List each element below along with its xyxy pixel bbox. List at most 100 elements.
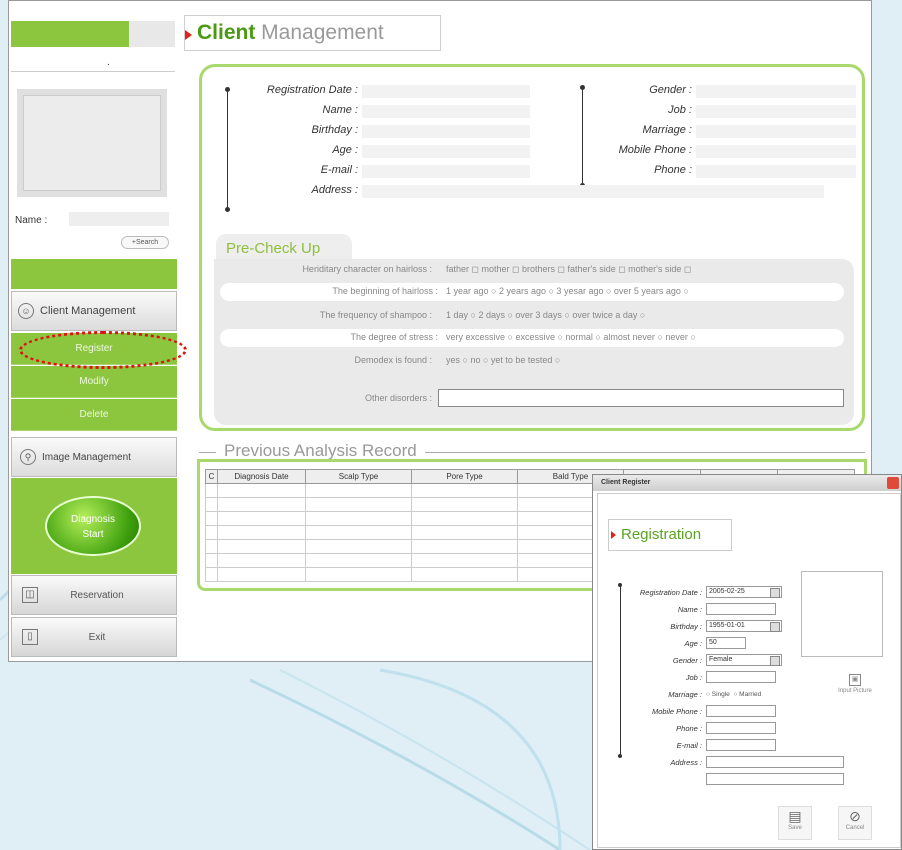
sidebar-logo-bar xyxy=(11,21,129,47)
dlg-label-mobile-phone: Mobile Phone : xyxy=(651,707,702,716)
precheck-row-beginning: The beginning of hairloss :1 year ago ○ … xyxy=(220,283,844,301)
address-input-2[interactable] xyxy=(706,773,844,785)
dlg-label-registration-date: Registration Date : xyxy=(639,588,702,597)
marriage-radios[interactable]: ○ Single ○ Married xyxy=(706,691,761,698)
label-email: E-mail : xyxy=(320,164,358,176)
col-diagnosis-date[interactable]: Diagnosis Date xyxy=(217,469,306,484)
precheck-answers[interactable]: 1 year ago ○ 2 years ago ○ 3 yesar ago ○… xyxy=(446,286,689,296)
dlg-label-gender: Gender : xyxy=(672,656,702,665)
diagnosis-start-button[interactable]: Diagnosis Start xyxy=(45,496,141,556)
diagnosis-label: Diagnosis xyxy=(71,514,115,525)
page-title-box: Client Management xyxy=(184,15,441,51)
page-title: Client Management xyxy=(197,21,384,44)
precheck-row-stress: The degree of stress : very excessive ○ e… xyxy=(220,329,844,347)
dlg-label-email: E-mail : xyxy=(676,741,702,750)
label-gender: Gender : xyxy=(649,84,692,96)
menu-exit-label: Exit xyxy=(88,631,106,643)
title-arrow-icon xyxy=(611,531,616,539)
registration-title-box: Registration xyxy=(608,519,732,551)
dialog-titlebar: Client Register xyxy=(593,475,901,491)
value-address xyxy=(362,185,824,198)
registration-title: Registration xyxy=(621,526,702,543)
other-disorders-input[interactable] xyxy=(438,389,844,407)
label-birthday: Birthday : xyxy=(311,124,358,136)
dialog-body: Registration Registration Date : Name : … xyxy=(597,493,901,848)
name-input[interactable] xyxy=(706,603,776,615)
save-button[interactable]: ▤ Save xyxy=(778,806,812,840)
submenu-modify[interactable]: Modify xyxy=(11,366,177,398)
name-label: Name : xyxy=(15,215,48,226)
sidebar-logo-bar-grey xyxy=(129,21,175,47)
dialog-photo xyxy=(801,571,883,657)
close-icon[interactable] xyxy=(887,477,899,489)
precheck-area: Heriditary character on hairloss : father… xyxy=(214,259,854,425)
start-label: Start xyxy=(82,529,104,540)
bracket-dot xyxy=(618,583,622,587)
menu-image-management[interactable]: ⚲ Image Management xyxy=(11,437,177,477)
sidebar-dot: . xyxy=(107,57,110,68)
precheck-answers[interactable]: yes ○ no ○ yet to be tested ○ xyxy=(446,355,560,365)
dlg-label-age: Age : xyxy=(684,639,702,648)
birthday-select[interactable]: 1955-01-01 xyxy=(706,620,782,632)
dlg-label-address: Address : xyxy=(670,758,702,767)
save-icon: ▤ xyxy=(788,808,802,824)
label-age: Age : xyxy=(332,144,358,156)
dlg-label-job: Job : xyxy=(685,673,702,682)
gender-select[interactable]: Female xyxy=(706,654,782,666)
phone-input[interactable] xyxy=(706,722,776,734)
precheck-tab: Pre-Check Up xyxy=(216,234,352,262)
label-registration-date: Registration Date : xyxy=(266,84,358,96)
value-birthday xyxy=(362,125,530,138)
menu-image-management-label: Image Management xyxy=(42,451,131,463)
value-job xyxy=(696,105,856,118)
value-gender xyxy=(696,85,856,98)
sidebar-band xyxy=(11,259,177,289)
submenu-delete[interactable]: Delete xyxy=(11,399,177,431)
value-name xyxy=(362,105,530,118)
smiley-icon: ☺ xyxy=(18,303,34,319)
previous-analysis-title: Previous Analysis Record xyxy=(216,441,425,461)
value-mobile-phone xyxy=(696,145,856,158)
cancel-icon: ⊘ xyxy=(849,808,861,824)
menu-reservation-label: Reservation xyxy=(70,589,124,601)
email-input[interactable] xyxy=(706,739,776,751)
client-info-panel: Registration Date : Name : Birthday : Ag… xyxy=(199,64,865,431)
menu-reservation[interactable]: ◫ Reservation xyxy=(11,575,177,615)
cancel-button[interactable]: ⊘ Cancel xyxy=(838,806,872,840)
precheck-answers[interactable]: 1 day ○ 2 days ○ over 3 days ○ over twic… xyxy=(446,310,645,320)
value-phone xyxy=(696,165,856,178)
menu-client-management[interactable]: ☺ Client Management xyxy=(11,291,177,331)
title-arrow-icon xyxy=(185,30,192,40)
dlg-label-marriage: Marriage : xyxy=(668,690,702,699)
mobile-phone-input[interactable] xyxy=(706,705,776,717)
value-marriage xyxy=(696,125,856,138)
client-register-dialog: Client Register Registration Registratio… xyxy=(592,474,902,850)
dlg-label-birthday: Birthday : xyxy=(670,622,702,631)
precheck-answers[interactable]: father ◻ mother ◻ brothers ◻ father's si… xyxy=(446,264,691,275)
precheck-answers[interactable]: very excessive ○ excessive ○ normal ○ al… xyxy=(446,332,696,342)
search-button[interactable]: +Search xyxy=(121,236,169,249)
input-picture-button[interactable]: ▣ Input Picture xyxy=(826,674,884,702)
address-input[interactable] xyxy=(706,756,844,768)
col-scalp-type[interactable]: Scalp Type xyxy=(305,469,412,484)
menu-client-management-label: Client Management xyxy=(40,305,136,317)
col-c[interactable]: C xyxy=(205,469,218,484)
reg-date-select[interactable]: 2005-02-25 xyxy=(706,586,782,598)
door-icon: ▯ xyxy=(22,629,38,645)
job-input[interactable] xyxy=(706,671,776,683)
name-search-input[interactable] xyxy=(69,212,169,226)
label-address: Address : xyxy=(311,184,358,196)
age-input[interactable]: 50 xyxy=(706,637,746,649)
label-marriage: Marriage : xyxy=(642,124,692,136)
dlg-label-phone: Phone : xyxy=(676,724,702,733)
precheck-row-shampoo: The frequency of shampoo :1 day ○ 2 days… xyxy=(319,310,646,320)
highlight-annotation xyxy=(19,331,187,369)
bracket-dot xyxy=(225,207,230,212)
col-pore-type[interactable]: Pore Type xyxy=(411,469,518,484)
value-email xyxy=(362,165,530,178)
magnifier-icon: ⚲ xyxy=(20,449,36,465)
label-name: Name : xyxy=(322,104,358,116)
label-phone: Phone : xyxy=(654,164,692,176)
menu-exit[interactable]: ▯ Exit xyxy=(11,617,177,657)
precheck-row-demodex: Demodex is found : yes ○ no ○ yet to be t… xyxy=(354,355,561,365)
